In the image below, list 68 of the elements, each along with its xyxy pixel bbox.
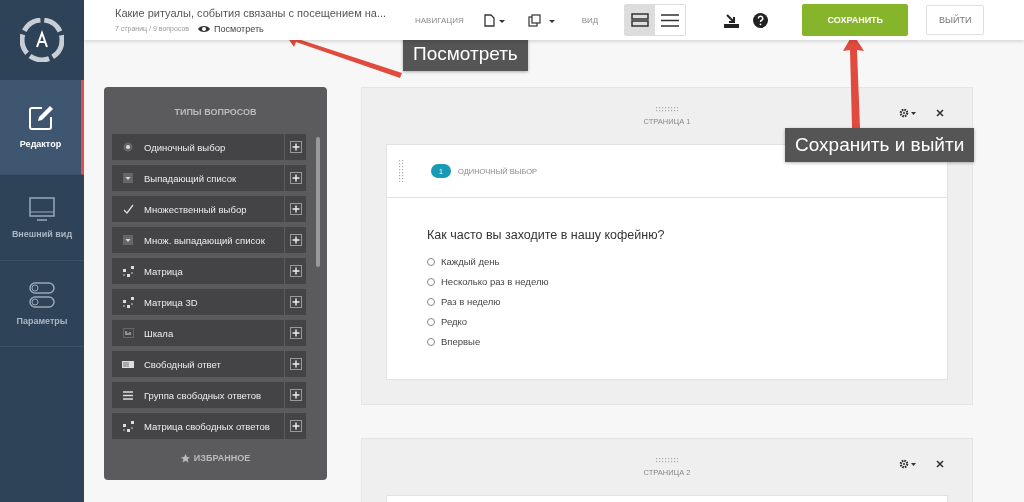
checkmark-icon	[122, 203, 134, 215]
survey-title: Какие ритуалы, события связаны с посещением на...	[115, 6, 388, 19]
logo-icon[interactable]	[20, 18, 64, 62]
drag-handle-icon[interactable]	[656, 106, 678, 112]
option-label: Несколько раз в неделю	[441, 276, 549, 287]
option-label: Каждый день	[441, 256, 500, 267]
blocks-view-icon	[631, 13, 650, 27]
scrollbar[interactable]	[316, 137, 320, 267]
navigation-label: НАВИГАЦИЯ	[415, 15, 464, 25]
edit-icon	[27, 105, 54, 131]
question-type-label: Матрица	[144, 265, 184, 277]
question-type-label: Выпадающий список	[144, 172, 238, 184]
text-field-icon	[122, 360, 134, 368]
lines-icon	[123, 390, 133, 400]
import-icon[interactable]	[724, 12, 740, 28]
matrix-icon	[122, 265, 134, 277]
question-type-item[interactable]: Выпадающий список	[112, 165, 306, 191]
panel-title: ТИПЫ ВОПРОСОВ	[173, 107, 258, 117]
exit-button[interactable]: ВЫЙТИ	[926, 5, 985, 35]
question-type-item[interactable]: Свободный ответ	[112, 351, 306, 377]
question-type-label: Множ. выпадающий список	[144, 234, 266, 246]
matrix-icon	[122, 296, 134, 308]
star-icon	[180, 453, 190, 463]
settings-dropdown[interactable]	[899, 108, 916, 118]
question-type-label: Матрица 3D	[144, 296, 199, 308]
question-text: Как часто вы заходите в нашу кофейню?	[427, 228, 666, 242]
annotation-callout: Сохранить и выйти	[785, 128, 975, 162]
question-type-item[interactable]: Шкала	[112, 320, 306, 346]
page-dropdown[interactable]	[481, 11, 508, 29]
sidebar-item[interactable]: Параметры	[0, 261, 84, 347]
dropdown-icon	[123, 235, 133, 245]
drag-handle-icon[interactable]	[399, 160, 404, 182]
radio-icon	[123, 142, 133, 152]
question-type-label: Множественный выбор	[144, 203, 248, 215]
close-icon[interactable]	[936, 460, 944, 468]
question-type-item[interactable]: Группа свободных ответов	[112, 382, 306, 408]
help-icon[interactable]	[753, 12, 769, 28]
option-label: Редко	[441, 316, 468, 327]
copy-dropdown[interactable]	[525, 11, 558, 29]
list-view-icon	[661, 13, 680, 27]
drag-handle-icon[interactable]	[656, 457, 678, 463]
question-type-label: Шкала	[144, 327, 175, 339]
settings-dropdown[interactable]	[899, 459, 916, 469]
eye-icon	[198, 24, 211, 33]
favorites-label[interactable]: ИЗБРАННОЕ	[193, 453, 251, 463]
question-type-label: Группа свободных ответов	[144, 389, 263, 401]
option-label: Впервые	[441, 336, 481, 347]
question-type-item[interactable]: Множ. выпадающий список	[112, 227, 306, 253]
question-type-label: Свободный ответ	[144, 358, 222, 370]
view-toggle[interactable]	[625, 5, 656, 35]
preview-link[interactable]: Посмотреть	[198, 23, 264, 34]
close-icon[interactable]	[936, 109, 944, 117]
matrix-icon	[122, 420, 134, 432]
monitor-icon	[29, 196, 55, 221]
question-type-item[interactable]: Одиночный выбор	[112, 134, 306, 160]
question-type-label: Матрица свободных ответов	[144, 420, 271, 432]
question-type-label: Одиночный выбор	[144, 141, 227, 153]
sidebar-item[interactable]: Редактор	[0, 80, 84, 175]
dropdown-icon	[123, 173, 133, 183]
question-type-item[interactable]: Матрица свободных ответов	[112, 413, 306, 439]
view-label: ВИД	[581, 15, 599, 25]
sidebar-item[interactable]: Внешний вид	[0, 175, 84, 261]
option-label: Раз в неделю	[441, 296, 501, 307]
toggle-icon	[29, 281, 55, 308]
question-type-item[interactable]: Матрица 3D	[112, 289, 306, 315]
scale-icon	[122, 328, 134, 338]
question-type-item[interactable]: Матрица	[112, 258, 306, 284]
question-type-item[interactable]: Множественный выбор	[112, 196, 306, 222]
